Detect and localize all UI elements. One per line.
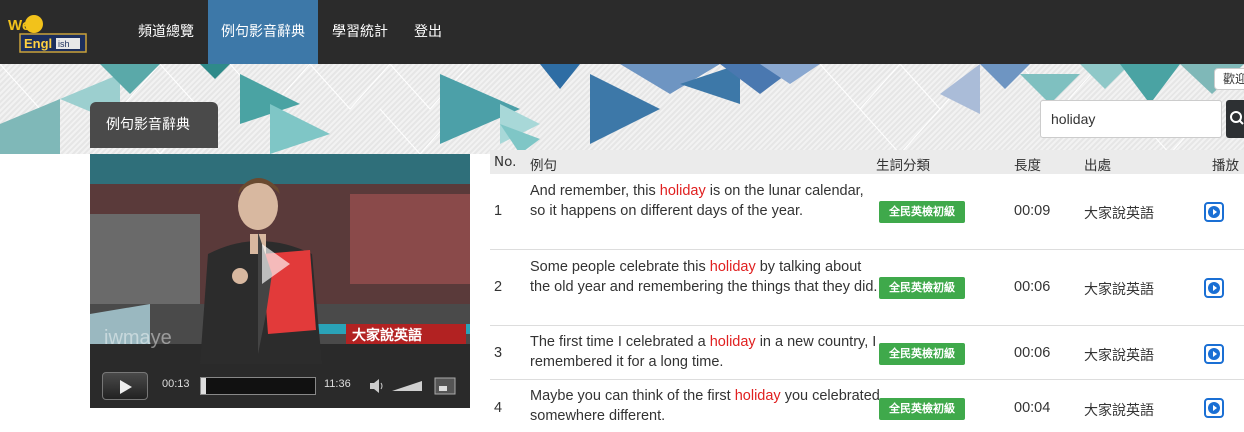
example-sentence: Some people celebrate this holiday by ta…: [530, 257, 880, 297]
progress-fill: [201, 378, 206, 394]
top-navbar: We Engl ish 頻道總覽 例句影音辭典 學習統計 登出: [0, 0, 1244, 64]
svg-text:ish: ish: [58, 39, 70, 49]
table-row: 4 Maybe you can think of the first holid…: [490, 380, 1244, 432]
header-length: 長度: [1014, 158, 1041, 174]
clip-length: 00:04: [1014, 400, 1051, 416]
section-title-tab: 例句影音辭典: [90, 102, 218, 148]
clip-length: 00:06: [1014, 279, 1051, 295]
header-play: 播放: [1212, 158, 1239, 174]
clip-length: 00:09: [1014, 203, 1051, 219]
header-sentence: 例句: [530, 158, 557, 174]
welcome-badge: 歡迎: [1214, 68, 1244, 90]
clip-source: 大家說英語: [1084, 403, 1154, 419]
video-controls: 00:13 11:36: [90, 364, 470, 408]
nav-learning-stats[interactable]: 學習統計: [318, 0, 402, 64]
row-number: 3: [494, 345, 503, 361]
sentence-keyword: holiday: [709, 334, 756, 350]
search-button[interactable]: [1226, 100, 1244, 138]
sentence-text: Maybe you can think of the first: [530, 388, 735, 404]
sentence-keyword: holiday: [709, 259, 756, 275]
video-watermark: iwmaye: [104, 327, 172, 349]
header-no: No.: [494, 154, 517, 170]
play-clip-button[interactable]: [1204, 344, 1224, 364]
table-header: No. 例句 生詞分類 長度 出處 播放: [490, 150, 1244, 174]
play-icon: [120, 380, 132, 394]
sentence-keyword: holiday: [659, 183, 706, 199]
table-row: 2 Some people celebrate this holiday by …: [490, 250, 1244, 326]
table-row: 1 And remember, this holiday is on the l…: [490, 174, 1244, 250]
example-sentence: And remember, this holiday is on the lun…: [530, 181, 880, 221]
clip-length: 00:06: [1014, 345, 1051, 361]
table-row: 3 The first time I celebrated a holiday …: [490, 326, 1244, 380]
svg-text:We: We: [8, 17, 30, 34]
video-overlay-logo: 大家說英語: [352, 327, 422, 344]
play-clip-button[interactable]: [1204, 278, 1224, 298]
search-icon: [1230, 111, 1244, 125]
fullscreen-icon[interactable]: [434, 376, 456, 396]
clip-source: 大家說英語: [1084, 206, 1154, 222]
clip-source: 大家說英語: [1084, 348, 1154, 364]
video-player[interactable]: 大家說英語 iwmaye 00:13 11:36: [90, 154, 470, 408]
category-badge: 全民英檢初級: [879, 277, 965, 299]
nav-logout[interactable]: 登出: [402, 0, 454, 64]
header-category: 生詞分類: [876, 158, 930, 174]
category-badge: 全民英檢初級: [879, 398, 965, 420]
total-time: 11:36: [324, 378, 351, 390]
volume-slider[interactable]: [392, 380, 424, 392]
row-number: 4: [494, 400, 503, 416]
sentence-keyword: holiday: [734, 388, 781, 404]
play-button[interactable]: [102, 372, 148, 400]
example-sentence: The first time I celebrated a holiday in…: [530, 332, 880, 372]
nav-video-dictionary[interactable]: 例句影音辭典: [208, 0, 318, 64]
progress-bar[interactable]: [200, 377, 316, 395]
header-source: 出處: [1084, 158, 1111, 174]
sentence-text: And remember, this: [530, 183, 660, 199]
example-sentence: Maybe you can think of the first holiday…: [530, 386, 880, 426]
row-number: 1: [494, 203, 503, 219]
category-badge: 全民英檢初級: [879, 343, 965, 365]
video-frame: 大家說英語 iwmaye: [90, 154, 470, 364]
sentence-text: Some people celebrate this: [530, 259, 710, 275]
play-clip-button[interactable]: [1204, 202, 1224, 222]
current-time: 00:13: [162, 378, 190, 390]
category-badge: 全民英檢初級: [879, 201, 965, 223]
site-logo[interactable]: We Engl ish: [6, 14, 88, 54]
volume-icon[interactable]: [368, 376, 388, 396]
search-input[interactable]: [1040, 100, 1222, 138]
play-clip-button[interactable]: [1204, 398, 1224, 418]
row-number: 2: [494, 279, 503, 295]
svg-text:Engl: Engl: [24, 36, 52, 51]
clip-source: 大家說英語: [1084, 282, 1154, 298]
sentence-text: The first time I celebrated a: [530, 334, 710, 350]
nav-channel-overview[interactable]: 頻道總覽: [124, 0, 208, 64]
